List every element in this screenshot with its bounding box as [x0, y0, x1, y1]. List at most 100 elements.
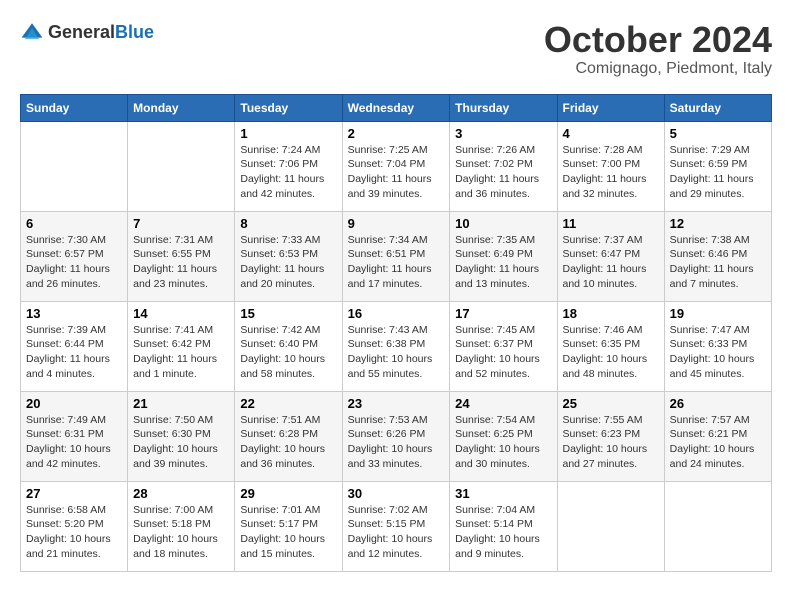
calendar-cell: 23 Sunrise: 7:53 AMSunset: 6:26 PMDayligh… — [342, 391, 450, 481]
header-tuesday: Tuesday — [235, 94, 342, 121]
calendar-cell: 31 Sunrise: 7:04 AMSunset: 5:14 PMDayligh… — [450, 481, 557, 571]
calendar-cell: 27 Sunrise: 6:58 AMSunset: 5:20 PMDayligh… — [21, 481, 128, 571]
day-number: 24 — [455, 396, 551, 411]
calendar-cell: 19 Sunrise: 7:47 AMSunset: 6:33 PMDayligh… — [664, 301, 771, 391]
day-number: 19 — [670, 306, 766, 321]
day-number: 23 — [348, 396, 445, 411]
day-info: Sunrise: 7:33 AMSunset: 6:53 PMDaylight:… — [240, 233, 336, 292]
location-subtitle: Comignago, Piedmont, Italy — [544, 60, 772, 78]
day-info: Sunrise: 7:35 AMSunset: 6:49 PMDaylight:… — [455, 233, 551, 292]
day-number: 17 — [455, 306, 551, 321]
calendar-week-1: 1 Sunrise: 7:24 AMSunset: 7:06 PMDaylight… — [21, 121, 772, 211]
calendar-cell: 18Sunrise: 7:46 AMSunset: 6:35 PMDayligh… — [557, 301, 664, 391]
header-monday: Monday — [128, 94, 235, 121]
day-info: Sunrise: 7:57 AMSunset: 6:21 PMDaylight:… — [670, 413, 766, 472]
day-number: 8 — [240, 216, 336, 231]
day-info: Sunrise: 7:53 AMSunset: 6:26 PMDaylight:… — [348, 413, 445, 472]
calendar-week-2: 6Sunrise: 7:30 AMSunset: 6:57 PMDaylight… — [21, 211, 772, 301]
calendar-cell: 10 Sunrise: 7:35 AMSunset: 6:49 PMDayligh… — [450, 211, 557, 301]
calendar-cell: 29 Sunrise: 7:01 AMSunset: 5:17 PMDayligh… — [235, 481, 342, 571]
calendar-cell: 13 Sunrise: 7:39 AMSunset: 6:44 PMDayligh… — [21, 301, 128, 391]
calendar-cell: 28Sunrise: 7:00 AMSunset: 5:18 PMDayligh… — [128, 481, 235, 571]
calendar-cell — [21, 121, 128, 211]
calendar-week-4: 20 Sunrise: 7:49 AMSunset: 6:31 PMDayligh… — [21, 391, 772, 481]
day-info: Sunrise: 7:55 AMSunset: 6:23 PMDaylight:… — [563, 413, 659, 472]
day-number: 3 — [455, 126, 551, 141]
calendar-cell: 22Sunrise: 7:51 AMSunset: 6:28 PMDayligh… — [235, 391, 342, 481]
day-number: 10 — [455, 216, 551, 231]
header-sunday: Sunday — [21, 94, 128, 121]
logo-general: General — [48, 22, 115, 42]
calendar-cell: 26Sunrise: 7:57 AMSunset: 6:21 PMDayligh… — [664, 391, 771, 481]
day-info: Sunrise: 7:38 AMSunset: 6:46 PMDaylight:… — [670, 233, 766, 292]
calendar-cell: 7 Sunrise: 7:31 AMSunset: 6:55 PMDaylight… — [128, 211, 235, 301]
calendar-week-3: 13 Sunrise: 7:39 AMSunset: 6:44 PMDayligh… — [21, 301, 772, 391]
day-info: Sunrise: 7:50 AMSunset: 6:30 PMDaylight:… — [133, 413, 229, 472]
day-info: Sunrise: 7:37 AMSunset: 6:47 PMDaylight:… — [563, 233, 659, 292]
day-number: 31 — [455, 486, 551, 501]
day-info: Sunrise: 7:26 AMSunset: 7:02 PMDaylight:… — [455, 143, 551, 202]
day-info: Sunrise: 7:41 AMSunset: 6:42 PMDaylight:… — [133, 323, 229, 382]
day-number: 11 — [563, 216, 659, 231]
calendar-cell: 9Sunrise: 7:34 AMSunset: 6:51 PMDaylight… — [342, 211, 450, 301]
day-number: 20 — [26, 396, 122, 411]
day-info: Sunrise: 7:39 AMSunset: 6:44 PMDaylight:… — [26, 323, 122, 382]
calendar-cell: 5Sunrise: 7:29 AMSunset: 6:59 PMDaylight… — [664, 121, 771, 211]
calendar-cell: 6Sunrise: 7:30 AMSunset: 6:57 PMDaylight… — [21, 211, 128, 301]
day-info: Sunrise: 7:54 AMSunset: 6:25 PMDaylight:… — [455, 413, 551, 472]
day-number: 21 — [133, 396, 229, 411]
calendar-table: Sunday Monday Tuesday Wednesday Thursday… — [20, 94, 772, 572]
day-info: Sunrise: 7:47 AMSunset: 6:33 PMDaylight:… — [670, 323, 766, 382]
day-info: Sunrise: 7:28 AMSunset: 7:00 PMDaylight:… — [563, 143, 659, 202]
day-info: Sunrise: 7:49 AMSunset: 6:31 PMDaylight:… — [26, 413, 122, 472]
calendar-cell: 24 Sunrise: 7:54 AMSunset: 6:25 PMDayligh… — [450, 391, 557, 481]
calendar-week-5: 27 Sunrise: 6:58 AMSunset: 5:20 PMDayligh… — [21, 481, 772, 571]
header-row: Sunday Monday Tuesday Wednesday Thursday… — [21, 94, 772, 121]
calendar-header: Sunday Monday Tuesday Wednesday Thursday… — [21, 94, 772, 121]
calendar-cell: 12 Sunrise: 7:38 AMSunset: 6:46 PMDayligh… — [664, 211, 771, 301]
month-year-title: October 2024 — [544, 20, 772, 60]
day-number: 22 — [240, 396, 336, 411]
day-number: 25 — [563, 396, 659, 411]
calendar-cell: 4 Sunrise: 7:28 AMSunset: 7:00 PMDaylight… — [557, 121, 664, 211]
day-number: 6 — [26, 216, 122, 231]
calendar-cell: 1 Sunrise: 7:24 AMSunset: 7:06 PMDaylight… — [235, 121, 342, 211]
day-number: 18 — [563, 306, 659, 321]
day-number: 9 — [348, 216, 445, 231]
calendar-cell: 16Sunrise: 7:43 AMSunset: 6:38 PMDayligh… — [342, 301, 450, 391]
day-number: 28 — [133, 486, 229, 501]
day-number: 13 — [26, 306, 122, 321]
day-number: 12 — [670, 216, 766, 231]
day-number: 16 — [348, 306, 445, 321]
day-info: Sunrise: 7:25 AMSunset: 7:04 PMDaylight:… — [348, 143, 445, 202]
day-info: Sunrise: 7:42 AMSunset: 6:40 PMDaylight:… — [240, 323, 336, 382]
calendar-cell: 14Sunrise: 7:41 AMSunset: 6:42 PMDayligh… — [128, 301, 235, 391]
day-number: 7 — [133, 216, 229, 231]
day-number: 1 — [240, 126, 336, 141]
header-friday: Friday — [557, 94, 664, 121]
day-number: 2 — [348, 126, 445, 141]
page-header: GeneralBlue October 2024 Comignago, Pied… — [20, 20, 772, 78]
day-info: Sunrise: 7:24 AMSunset: 7:06 PMDaylight:… — [240, 143, 336, 202]
calendar-cell: 17 Sunrise: 7:45 AMSunset: 6:37 PMDayligh… — [450, 301, 557, 391]
day-info: Sunrise: 7:04 AMSunset: 5:14 PMDaylight:… — [455, 503, 551, 562]
day-info: Sunrise: 7:01 AMSunset: 5:17 PMDaylight:… — [240, 503, 336, 562]
calendar-cell: 11 Sunrise: 7:37 AMSunset: 6:47 PMDayligh… — [557, 211, 664, 301]
calendar-cell — [557, 481, 664, 571]
calendar-cell — [664, 481, 771, 571]
header-thursday: Thursday — [450, 94, 557, 121]
calendar-cell: 20 Sunrise: 7:49 AMSunset: 6:31 PMDayligh… — [21, 391, 128, 481]
calendar-cell: 15Sunrise: 7:42 AMSunset: 6:40 PMDayligh… — [235, 301, 342, 391]
day-info: Sunrise: 7:31 AMSunset: 6:55 PMDaylight:… — [133, 233, 229, 292]
logo: GeneralBlue — [20, 20, 154, 44]
day-number: 4 — [563, 126, 659, 141]
calendar-cell — [128, 121, 235, 211]
day-info: Sunrise: 7:45 AMSunset: 6:37 PMDaylight:… — [455, 323, 551, 382]
calendar-cell: 2 Sunrise: 7:25 AMSunset: 7:04 PMDaylight… — [342, 121, 450, 211]
day-info: Sunrise: 6:58 AMSunset: 5:20 PMDaylight:… — [26, 503, 122, 562]
logo-blue: Blue — [115, 22, 154, 42]
day-number: 27 — [26, 486, 122, 501]
calendar-cell: 30Sunrise: 7:02 AMSunset: 5:15 PMDayligh… — [342, 481, 450, 571]
calendar-cell: 21 Sunrise: 7:50 AMSunset: 6:30 PMDayligh… — [128, 391, 235, 481]
day-number: 29 — [240, 486, 336, 501]
